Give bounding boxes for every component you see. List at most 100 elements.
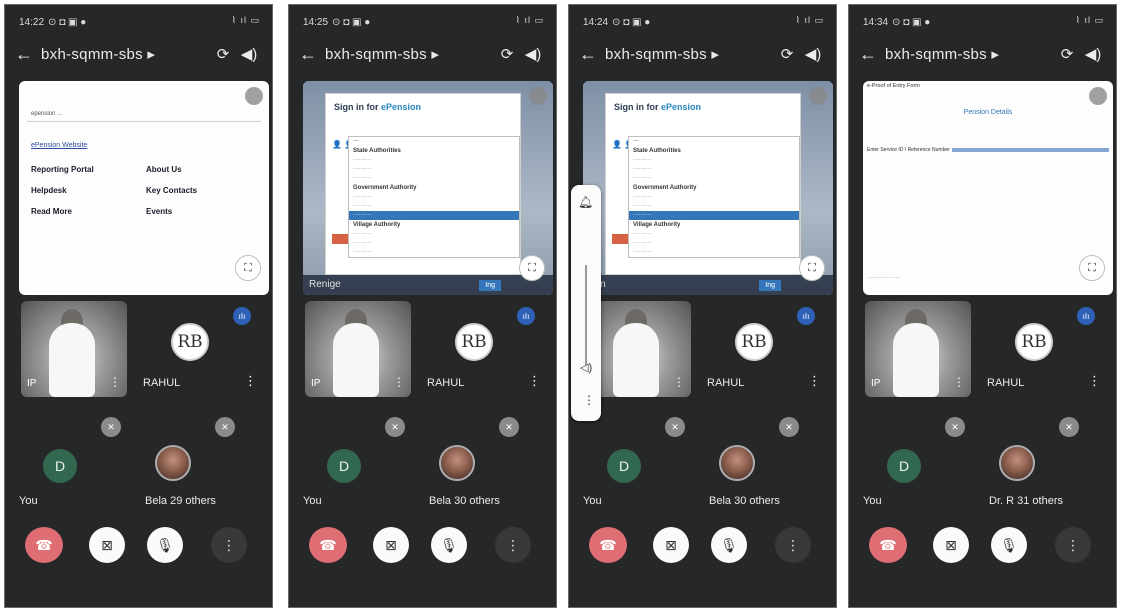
result-link[interactable]: ePension Website [31, 142, 261, 149]
label-others[interactable]: Dr. R 31 others [989, 495, 1063, 507]
participant-more-icon[interactable]: ⋮ [1088, 373, 1101, 389]
dropdown-option[interactable]: ·········· [629, 248, 799, 257]
mic-toggle-button[interactable]: 🎙︎ [147, 527, 183, 563]
mic-toggle-button[interactable]: 🎙︎ [711, 527, 747, 563]
participant-more-icon[interactable]: ⋮ [393, 375, 405, 389]
quick-link-left[interactable]: Helpdesk [31, 186, 146, 195]
login-button[interactable]: Ing [479, 280, 501, 291]
dropdown-option[interactable]: ·········· [349, 193, 519, 202]
more-options-button[interactable]: ⋮ [495, 527, 531, 563]
bell-icon[interactable]: 🔔︎ [578, 195, 593, 209]
participant-avatar-tile[interactable]: RB RAHUL ⋮ [143, 305, 263, 397]
close-presentation-icon[interactable] [1089, 87, 1107, 105]
back-arrow-icon[interactable]: ← [579, 44, 605, 65]
participant-more-icon[interactable]: ⋮ [244, 373, 257, 389]
dropdown-option[interactable]: ·········· [629, 230, 799, 239]
more-options-button[interactable]: ⋮ [1055, 527, 1091, 563]
quick-link-left[interactable]: Reporting Portal [31, 165, 146, 174]
dropdown-option[interactable]: ·········· [349, 248, 519, 257]
volume-panel[interactable]: 🔔︎ ◁) ⋮ [571, 185, 601, 421]
camera-toggle-button[interactable]: ⊠ [933, 527, 969, 563]
presentation-tile[interactable]: Sign in for ePension👤 👤 ▦ ⚑—State Author… [583, 81, 833, 295]
participant-video-tile[interactable]: IP ⋮ [21, 301, 127, 397]
end-call-button[interactable]: ☎ [309, 527, 347, 563]
label-others[interactable]: Bela 30 others [709, 495, 780, 507]
back-arrow-icon[interactable]: ← [15, 44, 41, 65]
meeting-code[interactable]: bxh-sqmm-sbs ▸ [885, 45, 1054, 63]
dropdown-option[interactable]: ·········· [349, 165, 519, 174]
dropdown-option[interactable]: ·········· [629, 174, 799, 183]
dropdown-option[interactable]: ·········· [629, 239, 799, 248]
more-options-button[interactable]: ⋮ [775, 527, 811, 563]
avatar-other[interactable] [155, 445, 191, 481]
avatar-you[interactable]: D [887, 449, 921, 483]
participant-more-icon[interactable]: ⋮ [953, 375, 965, 389]
dropdown-option[interactable]: ·········· [349, 239, 519, 248]
dropdown-option[interactable]: ·········· [629, 165, 799, 174]
mic-toggle-button[interactable]: 🎙︎ [991, 527, 1027, 563]
participant-avatar-tile[interactable]: RB RAHUL ⋮ [427, 305, 547, 397]
quick-link-left[interactable]: Read More [31, 207, 146, 216]
camera-toggle-button[interactable]: ⊠ [653, 527, 689, 563]
presentation-tile[interactable]: Sign in for ePension👤 👤 ▦ ⚑—State Author… [303, 81, 553, 295]
dropdown-option[interactable]: ·········· [349, 174, 519, 183]
end-call-button[interactable]: ☎ [589, 527, 627, 563]
fullscreen-icon[interactable]: ⛶ [519, 255, 545, 281]
label-others[interactable]: Bela 30 others [429, 495, 500, 507]
dropdown-option[interactable]: ·········· [349, 230, 519, 239]
participant-avatar-tile[interactable]: RB RAHUL ⋮ [987, 305, 1107, 397]
quick-link-right[interactable]: Key Contacts [146, 186, 261, 195]
camera-switch-icon[interactable]: ⟳ [494, 45, 520, 63]
dropdown-option[interactable]: — [629, 137, 799, 146]
meeting-code[interactable]: bxh-sqmm-sbs ▸ [41, 45, 210, 63]
authority-dropdown[interactable]: — State Authorities ·········· ·········· ··… [628, 136, 800, 258]
camera-toggle-button[interactable]: ⊠ [373, 527, 409, 563]
reset-button[interactable] [612, 234, 628, 244]
fullscreen-icon[interactable]: ⛶ [235, 255, 261, 281]
camera-switch-icon[interactable]: ⟳ [210, 45, 236, 63]
speaker-icon[interactable]: ◀) [520, 45, 546, 63]
entry-row-field[interactable] [951, 148, 1109, 152]
mic-toggle-button[interactable]: 🎙︎ [431, 527, 467, 563]
participant-video-tile[interactable]: IP ⋮ [305, 301, 411, 397]
participant-avatar-tile[interactable]: RB RAHUL ⋮ [707, 305, 827, 397]
camera-toggle-button[interactable]: ⊠ [89, 527, 125, 563]
avatar-other[interactable] [999, 445, 1035, 481]
back-arrow-icon[interactable]: ← [859, 44, 885, 65]
quick-link-right[interactable]: Events [146, 207, 261, 216]
close-presentation-icon[interactable] [809, 87, 827, 105]
volume-slider[interactable] [585, 265, 587, 365]
dropdown-option[interactable]: ·········· [349, 211, 519, 220]
dropdown-option[interactable]: ·········· [629, 202, 799, 211]
dropdown-option[interactable]: ·········· [629, 211, 799, 220]
avatar-you[interactable]: D [327, 449, 361, 483]
camera-switch-icon[interactable]: ⟳ [774, 45, 800, 63]
participant-more-icon[interactable]: ⋮ [808, 373, 821, 389]
end-call-button[interactable]: ☎ [869, 527, 907, 563]
back-arrow-icon[interactable]: ← [299, 44, 325, 65]
avatar-other[interactable] [439, 445, 475, 481]
avatar-you[interactable]: D [607, 449, 641, 483]
quick-link-right[interactable]: About Us [146, 165, 261, 174]
participant-more-icon[interactable]: ⋮ [109, 375, 121, 389]
speaker-icon[interactable]: ◀) [1080, 45, 1106, 63]
fullscreen-icon[interactable]: ⛶ [1079, 255, 1105, 281]
meeting-code[interactable]: bxh-sqmm-sbs ▸ [325, 45, 494, 63]
dropdown-option[interactable]: ·········· [349, 202, 519, 211]
label-others[interactable]: Bela 29 others [145, 495, 216, 507]
volume-more-icon[interactable]: ⋮ [583, 393, 595, 407]
camera-switch-icon[interactable]: ⟳ [1054, 45, 1080, 63]
close-presentation-icon[interactable] [245, 87, 263, 105]
login-button[interactable]: Ing [759, 280, 781, 291]
speaker-volume-icon[interactable]: ◁) [580, 361, 592, 374]
presentation-tile[interactable]: epension ... ePension Website Reporting P… [19, 81, 269, 295]
reset-button[interactable] [332, 234, 348, 244]
speaker-icon[interactable]: ◀) [236, 45, 262, 63]
close-presentation-icon[interactable] [529, 87, 547, 105]
fullscreen-icon[interactable]: ⛶ [799, 255, 825, 281]
participant-video-tile[interactable]: IP ⋮ [865, 301, 971, 397]
participant-more-icon[interactable]: ⋮ [528, 373, 541, 389]
dropdown-option[interactable]: ·········· [349, 156, 519, 165]
presentation-tile[interactable]: e-Proof of Entry Form Pension Details Ente… [863, 81, 1113, 295]
more-options-button[interactable]: ⋮ [211, 527, 247, 563]
